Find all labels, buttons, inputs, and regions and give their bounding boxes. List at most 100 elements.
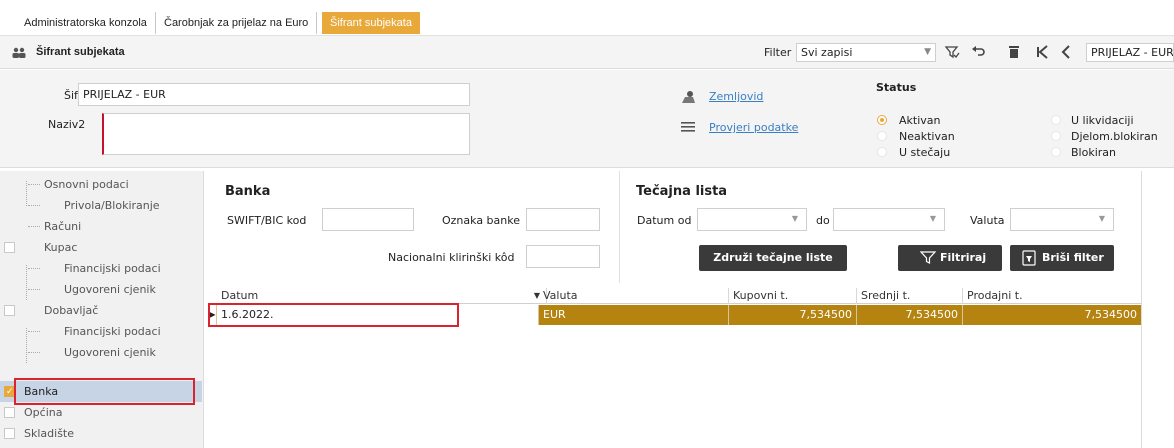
tree-item-dobavljac[interactable]: Dobavljač [0, 300, 202, 321]
zdruzi-tecajne-liste-button[interactable]: Združi tečajne liste [699, 245, 847, 271]
oznaka-banke-field[interactable] [526, 208, 600, 231]
filter-label: Filter [764, 46, 792, 59]
subject-tree: Osnovni podaci Privola/Blokiranje Računi… [0, 171, 204, 448]
chevron-down-icon: ▼ [1098, 214, 1105, 223]
tree-item-label: Osnovni podaci [44, 178, 129, 191]
radio-icon [1051, 147, 1061, 157]
tab-administratorska-konzola[interactable]: Administratorska konzola [16, 12, 156, 34]
column-title: Kupovni t. [733, 289, 789, 302]
status-label: Blokiran [1071, 146, 1116, 159]
column-title: Datum [221, 289, 259, 302]
sifra-field[interactable]: PRIJELAZ - EUR [78, 83, 470, 106]
first-record-icon[interactable] [1034, 44, 1050, 60]
tab-carobnjak-euro[interactable]: Čarobnjak za prijelaz na Euro [156, 12, 318, 34]
swift-label: SWIFT/BIC kod [227, 214, 307, 227]
column-header-kupovni[interactable]: Kupovni t. [729, 288, 857, 304]
radio-icon [877, 147, 887, 157]
cell-prodajni[interactable]: 7,534500 [963, 305, 1141, 325]
datum-od-select[interactable]: ▼ [697, 208, 807, 231]
tree-item-racuni[interactable]: Računi [0, 216, 202, 237]
tree-item-label: Računi [44, 220, 82, 233]
status-label: Aktivan [899, 114, 941, 127]
nacionalni-klirinski-kod-label: Nacionalni klirinški kôd [388, 251, 515, 264]
column-header-datum[interactable]: Datum ▼ [217, 288, 547, 304]
previous-record-icon[interactable] [1058, 44, 1074, 60]
brisi-filter-label: Briši filter [1042, 251, 1104, 264]
map-icon [682, 91, 695, 103]
page-title: Šifrant subjekata [36, 46, 125, 58]
column-header-srednji[interactable]: Srednji t. [857, 288, 963, 304]
status-label: Djelom.blokiran [1071, 130, 1158, 143]
undo-icon[interactable] [970, 44, 986, 60]
naziv2-label: Naziv2 [48, 118, 86, 131]
list-icon [681, 122, 695, 132]
column-title: Prodajni t. [967, 289, 1023, 302]
tab-label: Administratorska konzola [24, 17, 147, 29]
grid-header: Datum ▼ Valuta Kupovni t. Srednji t. Prod… [209, 288, 1141, 304]
section-divider [619, 171, 620, 283]
filtriraj-button[interactable]: Filtriraj [898, 245, 1002, 271]
tree-item-label: Kupac [44, 241, 78, 254]
datum-do-select[interactable]: ▼ [833, 208, 945, 231]
tree-item-kupac-ugovoreni-cjenik[interactable]: Ugovoreni cjenik [0, 279, 202, 300]
tree-item-label: Ugovoreni cjenik [64, 346, 156, 359]
annotation-highlight-datum [208, 303, 459, 327]
chevron-down-icon: ▼ [791, 214, 798, 223]
filter-icon [920, 251, 936, 264]
checkbox[interactable] [4, 407, 15, 418]
clear-filter-icon [1022, 250, 1036, 266]
banka-section-title: Banka [225, 184, 271, 199]
checkbox[interactable] [4, 242, 15, 253]
zemljovid-link[interactable]: Zemljovid [709, 90, 763, 103]
column-header-prodajni[interactable]: Prodajni t. [963, 288, 1141, 304]
valuta-select[interactable]: ▼ [1010, 208, 1114, 231]
tree-item-label: Financijski podaci [64, 262, 161, 275]
provjeri-podatke-link[interactable]: Provjeri podatke [709, 121, 798, 134]
tree-item-opcina[interactable]: Općina [0, 402, 202, 423]
filter-check-icon[interactable] [944, 44, 960, 60]
tree-item-kupac-financijski-podaci[interactable]: Financijski podaci [0, 258, 202, 279]
trash-icon[interactable] [1006, 44, 1022, 60]
users-icon [12, 47, 26, 58]
tab-label: Čarobnjak za prijelaz na Euro [164, 17, 309, 29]
tree-item-label: Privola/Blokiranje [64, 199, 160, 212]
column-header-valuta[interactable]: Valuta [539, 288, 729, 304]
tab-bar: Administratorska konzola Čarobnjak za pr… [0, 0, 1174, 52]
status-label: Neaktivan [899, 130, 955, 143]
checkbox[interactable] [4, 305, 15, 316]
tree-item-dobavljac-financijski-podaci[interactable]: Financijski podaci [0, 321, 202, 342]
cell-srednji[interactable]: 7,534500 [857, 305, 963, 325]
tree-item-label: Općina [24, 406, 63, 419]
title-bar: Šifrant subjekata Filter Svi zapisi ▼ PR… [0, 35, 1174, 69]
status-label: U stečaju [899, 146, 951, 159]
cell-kupovni[interactable]: 7,534500 [729, 305, 857, 325]
tree-item-skladiste[interactable]: Skladište [0, 423, 202, 444]
radio-selected-icon [877, 115, 887, 125]
nacionalni-klirinski-kod-field[interactable] [526, 245, 600, 268]
oznaka-banke-label: Oznaka banke [442, 214, 520, 227]
tab-sifrant-subjekata[interactable]: Šifrant subjekata ✕ [322, 12, 420, 52]
status-title: Status [876, 81, 917, 94]
brisi-filter-button[interactable]: Briši filter [1010, 245, 1114, 271]
status-label: U likvidaciji [1071, 114, 1134, 127]
tree-item-privola-blokiranje[interactable]: Privola/Blokiranje [0, 195, 202, 216]
chevron-down-icon: ▼ [929, 214, 936, 223]
tecajna-lista-title: Tečajna lista [636, 184, 728, 199]
tree-item-kupac[interactable]: Kupac [0, 237, 202, 258]
radio-icon [1051, 115, 1061, 125]
current-entity: PRIJELAZ - EUR [1086, 43, 1174, 62]
content-right-border [1141, 171, 1142, 448]
tree-item-label: Dobavljač [44, 304, 99, 317]
radio-icon [877, 131, 887, 141]
tree-item-osnovni-podaci[interactable]: Osnovni podaci [0, 174, 202, 195]
swift-field[interactable] [322, 208, 414, 231]
datum-od-label: Datum od [637, 214, 692, 227]
cell-valuta[interactable]: EUR [539, 305, 729, 325]
tab-label: Šifrant subjekata [330, 17, 412, 29]
naziv2-field[interactable] [102, 113, 470, 155]
tree-item-label: Ugovoreni cjenik [64, 283, 156, 296]
tree-item-dobavljac-ugovoreni-cjenik[interactable]: Ugovoreni cjenik [0, 342, 202, 363]
checkbox[interactable] [4, 428, 15, 439]
filter-select[interactable]: Svi zapisi ▼ [796, 43, 936, 62]
column-title: Valuta [543, 289, 578, 302]
